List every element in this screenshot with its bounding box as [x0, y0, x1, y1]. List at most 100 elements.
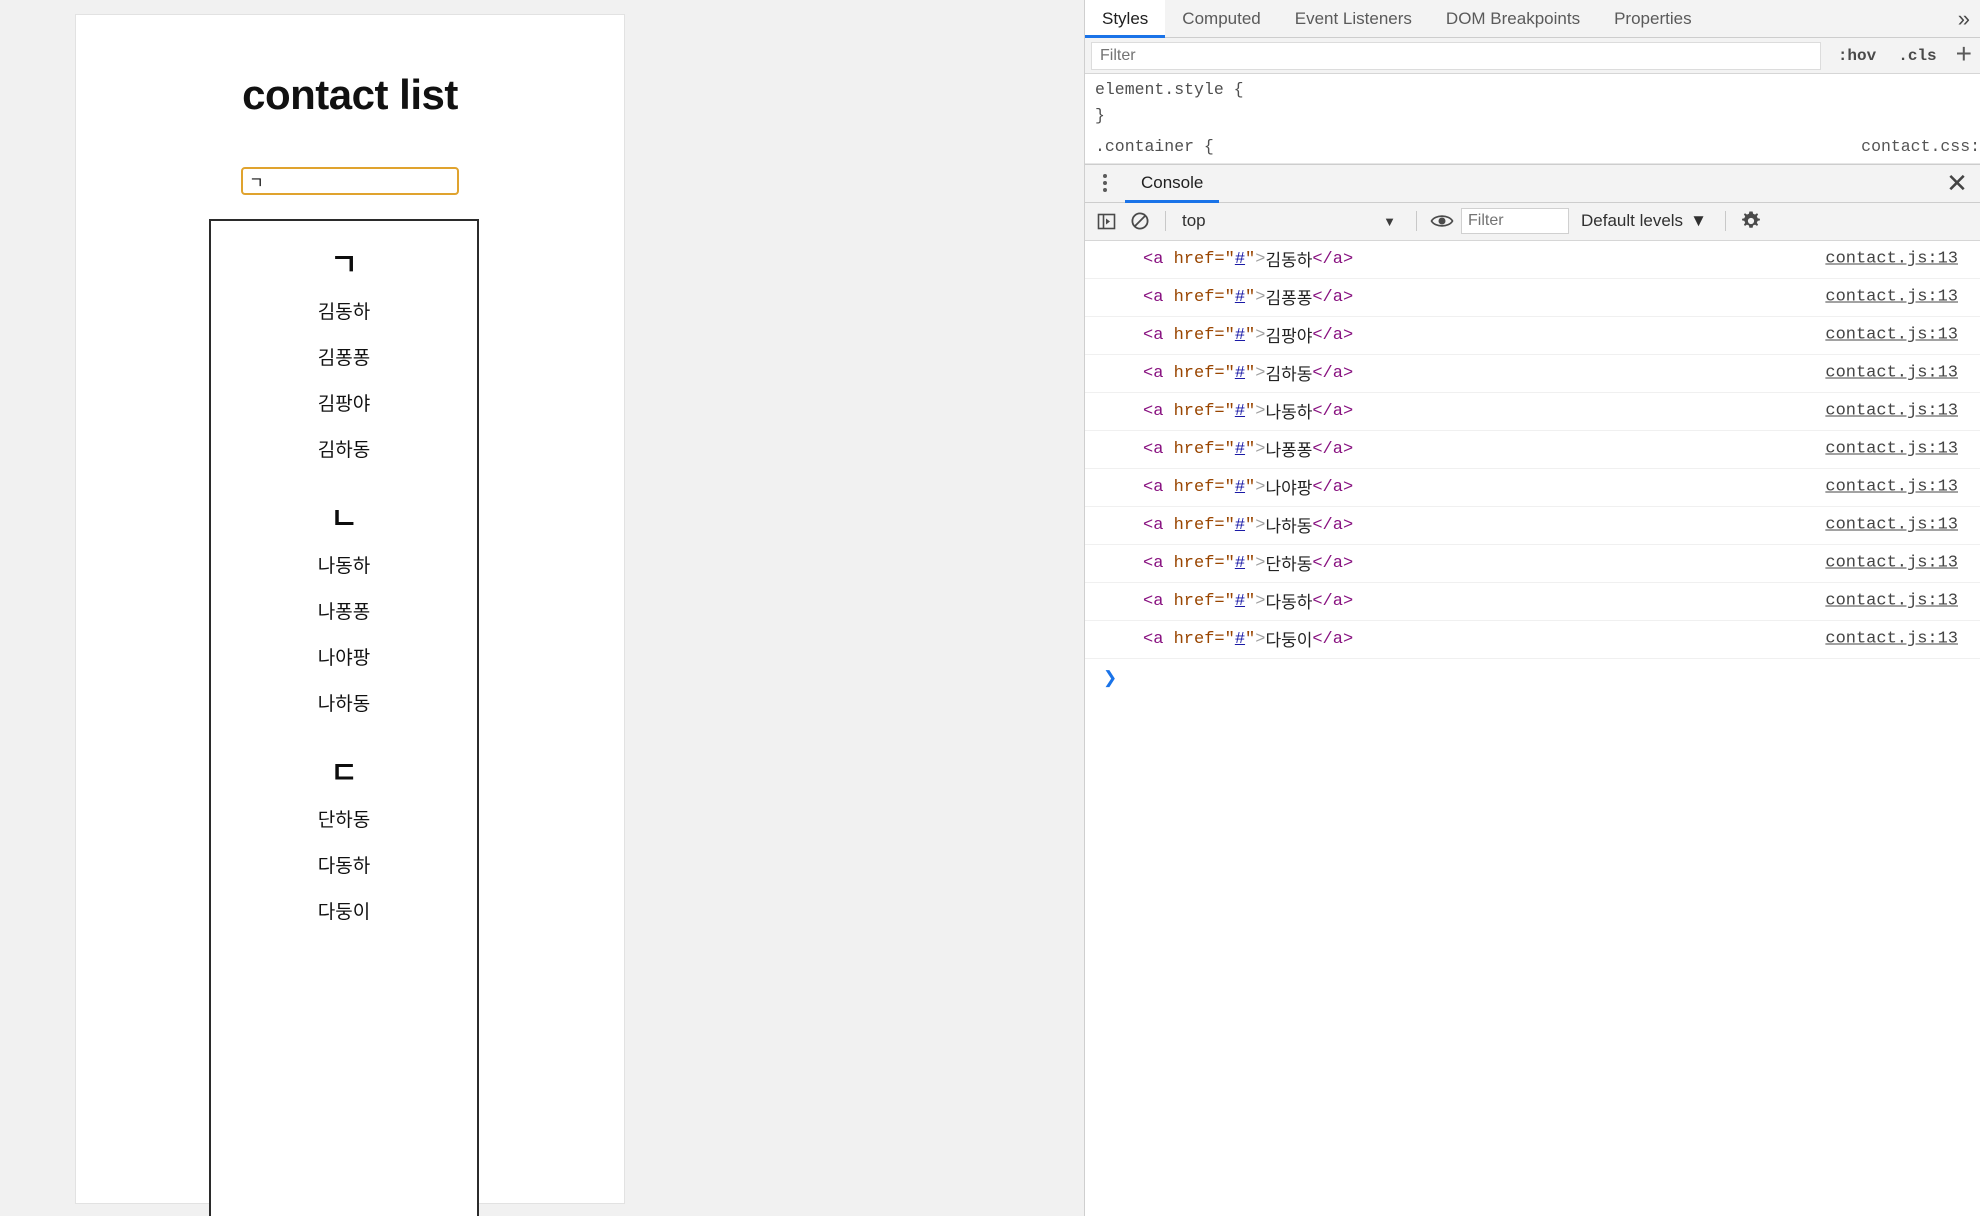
clear-console-icon[interactable]	[1125, 208, 1155, 234]
tab-properties[interactable]: Properties	[1597, 0, 1708, 37]
execution-context-selector[interactable]: top ▼	[1176, 211, 1406, 231]
console-log-row[interactable]: <a href= " # " > 다동하 </a> contact.js:13	[1085, 583, 1980, 621]
list-item[interactable]: 김팡야	[211, 395, 477, 414]
log-tag-open: <a	[1143, 553, 1164, 573]
log-attr: href=	[1173, 325, 1225, 345]
log-attr-value[interactable]: #	[1235, 326, 1245, 345]
log-gt: >	[1255, 591, 1266, 611]
log-tag-close: </a>	[1312, 401, 1354, 421]
search-input[interactable]	[241, 167, 459, 195]
log-quote: "	[1224, 477, 1235, 497]
console-log-row[interactable]: <a href= " # " > 나동하 </a> contact.js:13	[1085, 393, 1980, 431]
tab-event-listeners[interactable]: Event Listeners	[1278, 0, 1429, 37]
log-source-link[interactable]: contact.js:13	[1825, 250, 1958, 269]
log-quote: "	[1224, 287, 1235, 307]
log-tag-close: </a>	[1312, 363, 1354, 383]
log-gt: >	[1255, 325, 1266, 345]
cls-toggle-button[interactable]: .cls	[1887, 47, 1947, 65]
more-tabs-icon[interactable]: »	[1948, 0, 1980, 37]
log-tag-open: <a	[1143, 591, 1164, 611]
log-source-link[interactable]: contact.js:13	[1825, 326, 1958, 345]
group-letter-digeut: ㄷ	[330, 757, 358, 790]
log-quote: "	[1224, 401, 1235, 421]
style-rule-container[interactable]: .container { contact.css:	[1085, 131, 1980, 164]
styles-filter-input[interactable]	[1091, 41, 1821, 70]
console-log-row[interactable]: <a href= " # " > 김팡야 </a> contact.js:13	[1085, 317, 1980, 355]
tab-styles[interactable]: Styles	[1085, 0, 1166, 38]
log-attr-value[interactable]: #	[1235, 440, 1245, 459]
page-viewport: contact list ㄱ 김동하 김퐁퐁 김팡야 김하동 ㄴ 나동하 나퐁퐁…	[0, 0, 1084, 1216]
hov-toggle-button[interactable]: :hov	[1827, 47, 1887, 65]
console-sidebar-icon[interactable]	[1091, 208, 1121, 234]
list-item[interactable]: 다둥이	[211, 903, 477, 922]
list-item[interactable]: 나퐁퐁	[211, 603, 477, 622]
style-rule-source-link[interactable]: contact.css:	[1861, 134, 1980, 160]
drawer-tabbar: Console ✕	[1085, 164, 1980, 203]
gear-icon[interactable]	[1736, 208, 1766, 234]
console-filter-input[interactable]	[1461, 208, 1569, 235]
log-attr-value[interactable]: #	[1235, 478, 1245, 497]
tab-console[interactable]: Console	[1125, 165, 1220, 203]
console-log-row[interactable]: <a href= " # " > 김동하 </a> contact.js:13	[1085, 241, 1980, 279]
log-attr-value[interactable]: #	[1235, 630, 1245, 649]
console-log-row[interactable]: <a href= " # " > 나야팡 </a> contact.js:13	[1085, 469, 1980, 507]
toolbar-divider	[1416, 211, 1417, 232]
log-source-link[interactable]: contact.js:13	[1825, 592, 1958, 611]
log-tag-close: </a>	[1312, 591, 1354, 611]
list-item[interactable]: 김동하	[211, 303, 477, 322]
log-attr-value[interactable]: #	[1235, 364, 1245, 383]
console-log-list[interactable]: <a href= " # " > 김동하 </a> contact.js:13 <a hre…	[1085, 240, 1980, 1216]
log-source-link[interactable]: contact.js:13	[1825, 440, 1958, 459]
console-log-row[interactable]: <a href= " # " > 나하동 </a> contact.js:13	[1085, 507, 1980, 545]
list-item[interactable]: 나동하	[211, 557, 477, 576]
log-source-link[interactable]: contact.js:13	[1825, 478, 1958, 497]
console-log-row[interactable]: <a href= " # " > 김하동 </a> contact.js:13	[1085, 355, 1980, 393]
log-source-link[interactable]: contact.js:13	[1825, 554, 1958, 573]
prompt-chevron-icon: ❯	[1103, 670, 1118, 690]
list-item[interactable]: 단하동	[211, 811, 477, 830]
log-source-link[interactable]: contact.js:13	[1825, 630, 1958, 649]
styles-filter-row: :hov .cls +	[1085, 38, 1980, 74]
drawer-more-options-icon[interactable]	[1085, 165, 1125, 202]
log-source-link[interactable]: contact.js:13	[1825, 364, 1958, 383]
toolbar-divider	[1165, 211, 1166, 232]
console-log-row[interactable]: <a href= " # " > 단하동 </a> contact.js:13	[1085, 545, 1980, 583]
tab-dom-breakpoints[interactable]: DOM Breakpoints	[1429, 0, 1597, 37]
log-tag-close: </a>	[1312, 477, 1354, 497]
log-quote: "	[1245, 629, 1256, 649]
log-gt: >	[1255, 515, 1266, 535]
log-attr-value[interactable]: #	[1235, 250, 1245, 269]
log-source-link[interactable]: contact.js:13	[1825, 516, 1958, 535]
log-text: 나하동	[1265, 519, 1313, 539]
log-levels-dropdown[interactable]: Default levels ▼	[1573, 211, 1715, 231]
console-log-row[interactable]: <a href= " # " > 나퐁퐁 </a> contact.js:13	[1085, 431, 1980, 469]
rule-selector: element.style {	[1095, 80, 1244, 99]
style-rule-element-style[interactable]: element.style { }	[1085, 74, 1980, 131]
log-tag-close: </a>	[1312, 325, 1354, 345]
list-item[interactable]: 김퐁퐁	[211, 349, 477, 368]
console-prompt[interactable]: ❯	[1085, 659, 1980, 699]
log-quote: "	[1224, 553, 1235, 573]
console-log-row[interactable]: <a href= " # " > 김퐁퐁 </a> contact.js:13	[1085, 279, 1980, 317]
close-icon[interactable]: ✕	[1934, 165, 1980, 202]
log-attr-value[interactable]: #	[1235, 516, 1245, 535]
list-item[interactable]: 나야팡	[211, 649, 477, 668]
list-item[interactable]: 나하동	[211, 695, 477, 714]
new-style-rule-button[interactable]: +	[1948, 40, 1980, 71]
log-tag-close: </a>	[1312, 553, 1354, 573]
log-tag-open: <a	[1143, 629, 1164, 649]
log-source-link[interactable]: contact.js:13	[1825, 402, 1958, 421]
tab-computed[interactable]: Computed	[1165, 0, 1277, 37]
log-attr-value[interactable]: #	[1235, 288, 1245, 307]
live-expression-icon[interactable]	[1427, 208, 1457, 234]
list-item[interactable]: 다동하	[211, 857, 477, 876]
console-log-row[interactable]: <a href= " # " > 다둥이 </a> contact.js:13	[1085, 621, 1980, 659]
log-attr-value[interactable]: #	[1235, 592, 1245, 611]
log-source-link[interactable]: contact.js:13	[1825, 288, 1958, 307]
log-quote: "	[1245, 325, 1256, 345]
log-text: 김퐁퐁	[1265, 291, 1313, 311]
log-quote: "	[1245, 477, 1256, 497]
log-attr-value[interactable]: #	[1235, 554, 1245, 573]
list-item[interactable]: 김하동	[211, 441, 477, 460]
log-attr-value[interactable]: #	[1235, 402, 1245, 421]
